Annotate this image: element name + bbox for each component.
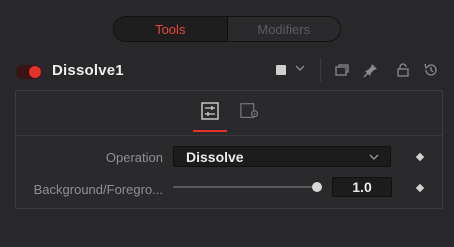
background-foreground-slider[interactable] xyxy=(173,186,318,188)
toggle-knob xyxy=(29,66,41,78)
reset-icon[interactable] xyxy=(423,62,439,78)
background-foreground-input[interactable]: 1.0 xyxy=(332,177,392,197)
lock-icon[interactable] xyxy=(395,62,411,78)
slider-handle[interactable] xyxy=(312,182,322,192)
node-name: Dissolve1 xyxy=(52,62,124,79)
panel-tabs-divider xyxy=(16,135,442,136)
pin-icon[interactable] xyxy=(363,62,379,78)
enable-toggle[interactable] xyxy=(16,65,42,79)
operation-dropdown[interactable]: Dissolve xyxy=(173,146,391,167)
tab-tools[interactable]: Tools xyxy=(114,17,227,41)
operation-label: Operation xyxy=(105,150,163,165)
header-divider xyxy=(320,58,321,82)
node-color-swatch[interactable] xyxy=(276,65,286,75)
settings-tab-icon[interactable] xyxy=(240,102,260,120)
tab-modifiers[interactable]: Modifiers xyxy=(227,17,340,41)
chevron-down-icon[interactable] xyxy=(294,62,306,74)
chevron-down-icon xyxy=(369,154,379,160)
tab-bar: Tools Modifiers xyxy=(113,16,341,42)
operation-value: Dissolve xyxy=(186,149,244,165)
background-foreground-label: Background/Foregro... xyxy=(33,182,163,197)
controls-tab-icon[interactable] xyxy=(200,102,220,120)
version-icon[interactable] xyxy=(334,62,350,78)
active-tab-indicator xyxy=(193,130,227,132)
